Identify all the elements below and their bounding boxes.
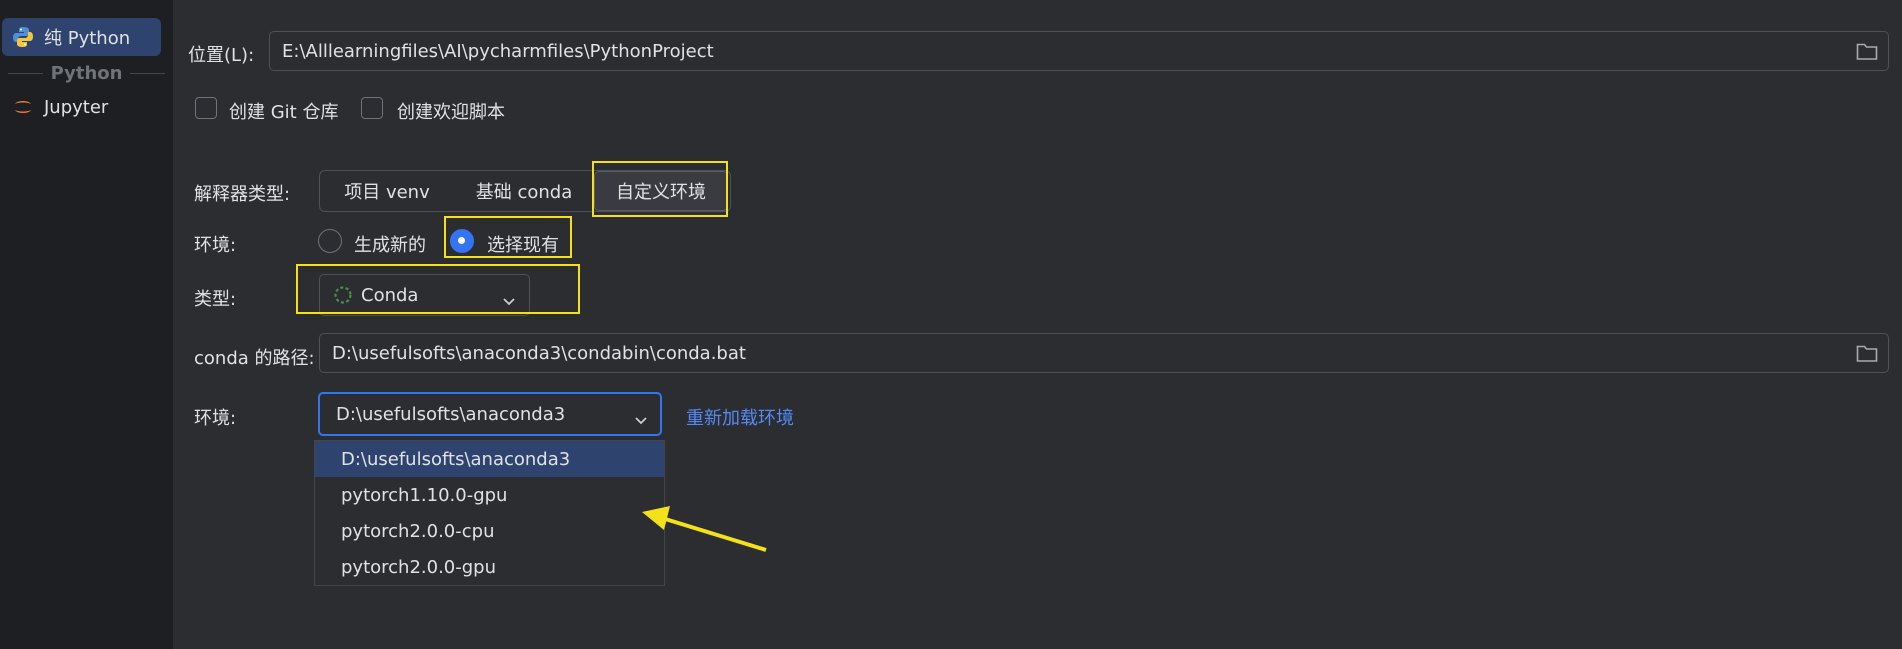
conda-path-label: conda 的路径: [194, 348, 315, 369]
highlight-box [592, 161, 728, 217]
conda-path-field[interactable]: D:\usefulsofts\anaconda3\condabin\conda.… [319, 333, 1889, 373]
dropdown-option[interactable]: pytorch2.0.0-cpu [315, 513, 664, 549]
sidebar-item-jupyter[interactable]: Jupyter [2, 88, 161, 126]
sidebar-item-label: 纯 Python [44, 28, 131, 49]
environment-value: D:\usefulsofts\anaconda3 [336, 403, 566, 425]
python-icon [12, 26, 34, 48]
highlight-box [444, 216, 572, 258]
segment-base-conda[interactable]: 基础 conda [454, 171, 594, 211]
interpreter-type-label: 解释器类型: [194, 184, 291, 205]
create-git-label: 创建 Git 仓库 [229, 102, 339, 123]
jupyter-icon [12, 96, 34, 118]
environment-combo[interactable]: D:\usefulsofts\anaconda3 [318, 392, 662, 436]
location-field[interactable]: E:\Alllearningfiles\AI\pycharmfiles\Pyth… [269, 31, 1889, 71]
dropdown-option[interactable]: pytorch2.0.0-gpu [315, 549, 664, 585]
sidebar: 纯 Python Python Jupyter [0, 0, 173, 649]
type-label: 类型: [194, 289, 237, 310]
dropdown-option[interactable]: pytorch1.10.0-gpu [315, 477, 664, 513]
annotation-arrow-icon [642, 506, 767, 552]
create-welcome-checkbox[interactable] [361, 97, 383, 119]
conda-path-value: D:\usefulsofts\anaconda3\condabin\conda.… [332, 342, 746, 364]
environment-dropdown-list: D:\usefulsofts\anaconda3 pytorch1.10.0-g… [314, 440, 665, 586]
location-label: 位置(L): [188, 45, 255, 66]
segment-project-venv[interactable]: 项目 venv [320, 171, 454, 211]
location-value: E:\Alllearningfiles\AI\pycharmfiles\Pyth… [282, 40, 714, 62]
chevron-down-icon [634, 410, 648, 425]
create-welcome-label: 创建欢迎脚本 [397, 102, 505, 123]
dropdown-option[interactable]: D:\usefulsofts\anaconda3 [315, 441, 664, 477]
create-git-checkbox[interactable] [195, 97, 217, 119]
env-mode-label: 环境: [194, 235, 237, 256]
highlight-box [296, 264, 580, 314]
radio-generate-new[interactable] [318, 229, 342, 253]
sidebar-group-python: Python [0, 62, 173, 84]
radio-generate-new-label: 生成新的 [354, 235, 426, 256]
sidebar-item-label: Jupyter [44, 96, 109, 118]
folder-icon[interactable] [1856, 343, 1878, 363]
reload-environments-link[interactable]: 重新加载环境 [686, 404, 794, 430]
sidebar-item-pure-python[interactable]: 纯 Python [2, 18, 161, 56]
environment-label: 环境: [194, 408, 237, 429]
folder-icon[interactable] [1856, 41, 1878, 61]
